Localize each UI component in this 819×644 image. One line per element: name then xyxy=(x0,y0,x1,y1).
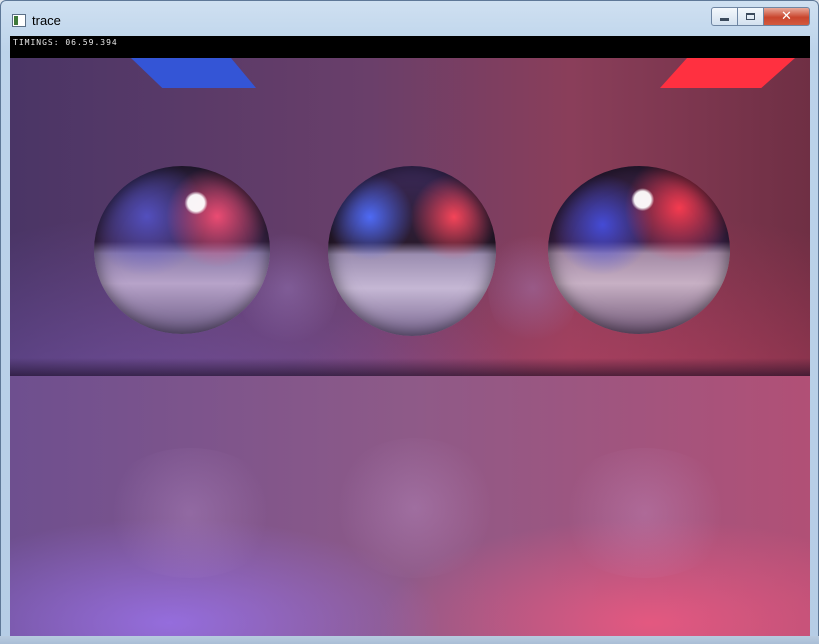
window-title: trace xyxy=(32,13,61,28)
app-window: trace ✕ TIMINGS: 06.59.394 xyxy=(0,0,819,644)
floor-reflection xyxy=(555,448,735,578)
timings-value: 06.59.394 xyxy=(65,38,118,47)
title-bar[interactable]: trace ✕ xyxy=(1,1,818,35)
raytraced-scene xyxy=(10,58,810,636)
floor-reflection xyxy=(330,438,500,578)
maximize-icon xyxy=(746,13,755,20)
status-bar: TIMINGS: 06.59.394 xyxy=(10,36,810,58)
close-button[interactable]: ✕ xyxy=(764,7,810,26)
minimize-button[interactable] xyxy=(711,7,738,26)
floor-reflection xyxy=(100,448,280,578)
chrome-sphere-center xyxy=(328,166,496,336)
app-icon[interactable] xyxy=(12,14,26,27)
chrome-sphere-left xyxy=(94,166,270,334)
maximize-button[interactable] xyxy=(738,7,764,26)
red-area-light xyxy=(660,58,795,88)
window-bottom-border xyxy=(0,636,819,644)
render-client-area: TIMINGS: 06.59.394 xyxy=(10,36,810,636)
close-icon: ✕ xyxy=(781,9,792,24)
caption-buttons: ✕ xyxy=(711,7,810,27)
timings-readout: TIMINGS: 06.59.394 xyxy=(13,38,118,47)
blue-area-light xyxy=(131,58,256,88)
timings-label: TIMINGS: xyxy=(13,38,60,47)
minimize-icon xyxy=(720,18,729,21)
chrome-sphere-right xyxy=(548,166,730,334)
